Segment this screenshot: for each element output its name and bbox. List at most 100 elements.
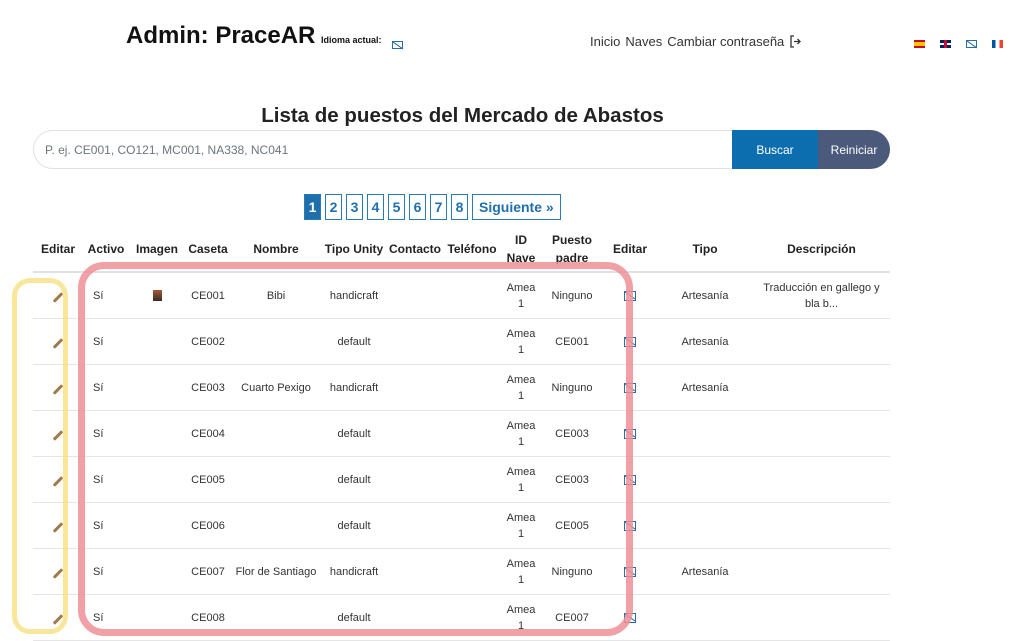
col-descripcion: Descripción [753,226,890,273]
pencil-icon[interactable] [52,567,64,579]
row-translate-cell [603,502,657,549]
reset-button[interactable]: Reiniciar [818,130,890,169]
cell-tipo-unity: default [321,318,387,365]
row-edit-cell [33,364,83,411]
main-nav: Inicio Naves Cambiar contraseña [590,34,802,49]
nav-cambiar-contrasena[interactable]: Cambiar contraseña [667,34,784,49]
cell-tipo [657,594,753,641]
table-body: Sí CE001 Bibi handicraft Amea 1 Ninguno … [33,272,890,641]
next-page-button[interactable]: Siguiente » [472,194,561,220]
cell-descripcion [753,364,890,411]
col-activo: Activo [83,226,129,273]
col-id-nave: ID Nave [501,226,541,273]
page-7[interactable]: 7 [430,194,447,220]
cell-contacto [387,318,443,365]
page-2[interactable]: 2 [325,194,342,220]
cell-contacto [387,594,443,641]
cell-id-nave: Amea 1 [501,456,541,503]
cell-activo: Sí [83,318,129,365]
row-translate-cell [603,594,657,641]
pencil-icon[interactable] [52,383,64,395]
cell-descripcion [753,410,890,457]
page-1[interactable]: 1 [304,194,321,220]
pencil-icon[interactable] [52,475,64,487]
flag-es-icon[interactable] [914,40,925,48]
col-telefono: Teléfono [443,226,501,273]
flag-gb-icon[interactable] [940,40,951,48]
cell-id-nave: Amea 1 [501,410,541,457]
cell-telefono [443,272,501,319]
cell-imagen [129,410,185,457]
pencil-icon[interactable] [52,337,64,349]
cell-imagen [129,502,185,549]
cell-telefono [443,548,501,595]
cell-imagen [129,594,185,641]
cell-caseta: CE004 [185,410,231,457]
flag-fr-icon[interactable] [992,40,1003,48]
table-row: Sí CE001 Bibi handicraft Amea 1 Ninguno … [33,272,890,319]
cell-telefono [443,456,501,503]
table-row: Sí CE005 default Amea 1 CE003 [33,456,890,503]
pencil-icon[interactable] [52,291,64,303]
table-row: Sí CE003 Cuarto Pexigo handicraft Amea 1… [33,364,890,411]
stalls-table: Editar Activo Imagen Caseta Nombre Tipo … [33,226,890,641]
flag-gl-icon[interactable] [966,40,977,48]
cell-nombre: Cuarto Pexigo [231,364,321,411]
col-tipo: Tipo [657,226,753,273]
cell-contacto [387,410,443,457]
row-edit-cell [33,594,83,641]
edit-translation-icon[interactable] [624,612,636,623]
cell-nombre [231,318,321,365]
cell-puesto-padre: Ninguno [541,364,603,411]
edit-translation-icon[interactable] [624,290,636,301]
page-3[interactable]: 3 [346,194,363,220]
edit-translation-icon[interactable] [624,336,636,347]
pencil-icon[interactable] [52,429,64,441]
edit-translation-icon[interactable] [624,428,636,439]
col-puesto-padre: Puesto padre [541,226,603,273]
cell-tipo-unity: handicraft [321,364,387,411]
cell-tipo: Artesanía [657,548,753,595]
cell-nombre [231,502,321,549]
cell-nombre [231,410,321,457]
table-row: Sí CE007 Flor de Santiago handicraft Ame… [33,548,890,595]
edit-translation-icon[interactable] [624,520,636,531]
page-4[interactable]: 4 [367,194,384,220]
cell-activo: Sí [83,594,129,641]
cell-tipo-unity: default [321,410,387,457]
brand-title[interactable]: Admin: PraceAR [126,22,315,50]
logout-icon[interactable] [789,35,802,48]
page-5[interactable]: 5 [388,194,405,220]
table-row: Sí CE002 default Amea 1 CE001 Artesanía [33,318,890,365]
cell-nombre: Bibi [231,272,321,319]
nav-naves[interactable]: Naves [625,34,662,49]
cell-contacto [387,272,443,319]
row-edit-cell [33,502,83,549]
col-editar: Editar [33,226,83,273]
cell-imagen [129,364,185,411]
search-button[interactable]: Buscar [732,130,818,169]
page-6[interactable]: 6 [409,194,426,220]
cell-descripcion [753,548,890,595]
table-header-row: Editar Activo Imagen Caseta Nombre Tipo … [33,226,890,273]
row-translate-cell [603,548,657,595]
cell-caseta: CE002 [185,318,231,365]
cell-telefono [443,364,501,411]
cell-caseta: CE005 [185,456,231,503]
cell-caseta: CE006 [185,502,231,549]
pencil-icon[interactable] [52,521,64,533]
table-row: Sí CE008 default Amea 1 CE007 [33,594,890,641]
page-8[interactable]: 8 [451,194,468,220]
cell-id-nave: Amea 1 [501,548,541,595]
pencil-icon[interactable] [52,613,64,625]
edit-translation-icon[interactable] [624,382,636,393]
search-input[interactable] [33,130,732,169]
edit-translation-icon[interactable] [624,474,636,485]
cell-descripcion [753,318,890,365]
cell-tipo-unity: default [321,456,387,503]
cell-puesto-padre: Ninguno [541,272,603,319]
edit-translation-icon[interactable] [624,566,636,577]
row-edit-cell [33,272,83,319]
cell-id-nave: Amea 1 [501,364,541,411]
nav-inicio[interactable]: Inicio [590,34,620,49]
